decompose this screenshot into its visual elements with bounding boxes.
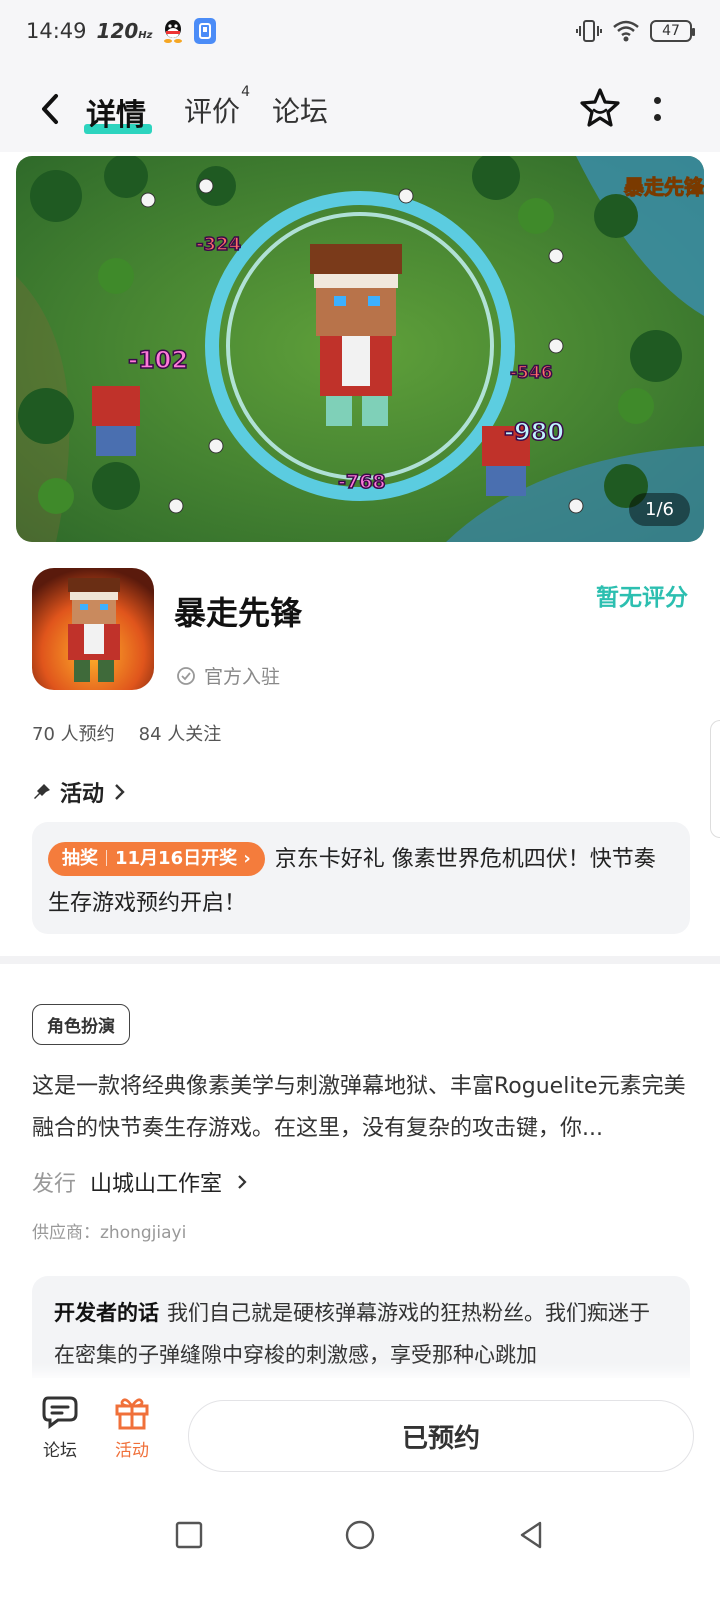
app-notification-icon: [194, 18, 217, 44]
gift-icon: [115, 1398, 149, 1430]
section-divider: [0, 956, 720, 964]
damage-number: -546: [510, 363, 553, 383]
system-back-icon[interactable]: [514, 1518, 548, 1552]
developer-note-label: 开发者的话: [54, 1301, 159, 1325]
damage-number: -102: [128, 346, 188, 374]
forum-label: 论坛: [43, 1441, 77, 1461]
app-name: 暴走先锋: [174, 594, 303, 632]
vibrate-icon: [576, 20, 602, 42]
favorite-star-icon[interactable]: [578, 86, 622, 130]
damage-number: -324: [196, 234, 241, 255]
activity-card[interactable]: 抽奖 11月16日开奖 › 京东卡好礼 像素世界危机四伏！快节奏生存游戏预约开启！: [32, 822, 690, 934]
publisher-name: 山城山工作室: [90, 1172, 223, 1197]
activity-shortcut[interactable]: 活动: [102, 1394, 162, 1461]
damage-number: -768: [338, 471, 386, 493]
supplier-text: 供应商：zhongjiayi: [32, 1223, 187, 1243]
check-circle-icon: [177, 666, 195, 685]
tab-review[interactable]: 评价 4: [184, 84, 250, 130]
qq-icon: [164, 20, 183, 43]
follower-count: 84 人关注: [138, 724, 222, 745]
screenshot-carousel[interactable]: -324 -102 -546 -980 -768 暴走先锋 1/6: [16, 156, 704, 542]
genre-tag[interactable]: 角色扮演: [32, 1004, 130, 1045]
review-count-badge: 4: [241, 84, 251, 100]
publisher-label: 发行: [32, 1172, 77, 1197]
official-badge: 官方入驻: [176, 662, 280, 689]
edge-drawer-handle[interactable]: [710, 720, 720, 838]
lottery-tag: 抽奖 11月16日开奖 ›: [48, 842, 265, 876]
top-navigation: 详情 评价 4 论坛: [0, 66, 720, 152]
battery-indicator: 47: [650, 20, 695, 42]
reservation-count: 70 人预约: [32, 724, 115, 745]
game-screenshot: -324 -102 -546 -980 -768 暴走先锋: [16, 156, 704, 542]
bottom-action-bar: 论坛 活动 已预约: [0, 1378, 720, 1478]
damage-number: -980: [504, 418, 564, 446]
official-label: 官方入驻: [204, 666, 281, 688]
publisher-row[interactable]: 发行 山城山工作室: [32, 1166, 248, 1198]
carousel-counter: 1/6: [629, 493, 690, 526]
wifi-icon: [613, 20, 639, 42]
chat-bubble-icon: [42, 1396, 78, 1429]
chevron-right-icon: [115, 784, 125, 800]
chevron-right-icon: [238, 1175, 247, 1189]
stats-row: 70 人预约 84 人关注: [32, 720, 221, 746]
rating-status: 暂无评分: [596, 585, 688, 611]
home-icon[interactable]: [343, 1518, 377, 1552]
recent-apps-icon[interactable]: [172, 1518, 206, 1552]
activity-heading: 活动: [60, 782, 105, 807]
system-navigation-bar: [0, 1478, 720, 1600]
status-bar: 14:49 120Hz 47: [0, 0, 720, 66]
tab-detail[interactable]: 详情: [86, 90, 146, 134]
activity-label: 活动: [115, 1441, 149, 1461]
pin-icon: [34, 784, 50, 799]
status-time: 14:49: [26, 19, 87, 43]
app-icon: [32, 568, 154, 690]
refresh-rate: 120Hz: [96, 19, 153, 43]
game-logo: 暴走先锋: [624, 175, 704, 199]
more-options-icon[interactable]: [652, 92, 662, 126]
activity-header[interactable]: 活动: [32, 776, 126, 808]
back-icon[interactable]: [36, 90, 66, 128]
forum-shortcut[interactable]: 论坛: [30, 1394, 90, 1461]
game-description[interactable]: 这是一款将经典像素美学与刺激弹幕地狱、丰富Roguelite元素完美融合的快节奏…: [32, 1066, 692, 1150]
reserved-button[interactable]: 已预约: [188, 1400, 694, 1472]
tab-forum[interactable]: 论坛: [272, 90, 328, 130]
